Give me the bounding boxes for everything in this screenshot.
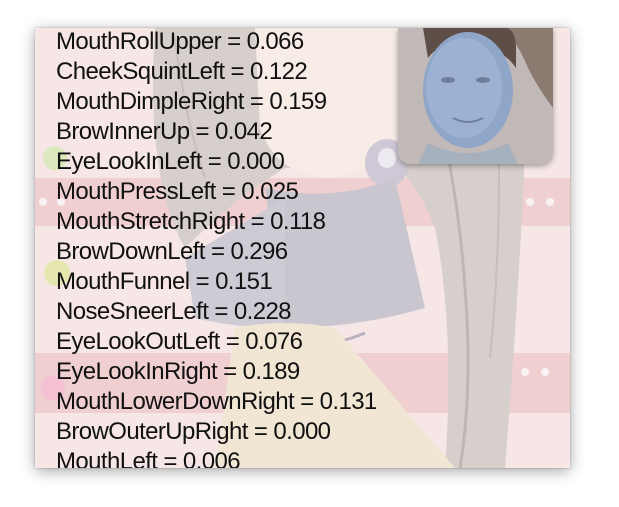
list-item: CheekSquintLeft = 0.122 [56, 57, 377, 87]
blendshape-value: 0.189 [242, 358, 301, 385]
equals-separator: = [189, 118, 216, 145]
list-item: EyeLookInLeft = 0.000 [56, 147, 377, 177]
equals-separator: = [201, 148, 228, 175]
equals-separator: = [215, 178, 242, 205]
blendshape-value: 0.042 [215, 118, 273, 145]
blendshape-name: EyeLookOutLeft [56, 328, 220, 355]
blendshape-name: NoseSneerLeft [56, 298, 209, 325]
blendshape-name: MouthDimpleRight [56, 88, 244, 115]
list-item: MouthDimpleRight = 0.159 [56, 87, 377, 117]
list-item: MouthLeft = 0.006 [56, 447, 377, 468]
list-item: BrowInnerUp = 0.042 [56, 117, 377, 147]
equals-separator: = [189, 268, 216, 295]
blendshape-value: 0.025 [241, 178, 299, 205]
blendshape-name: MouthStretchRight [56, 208, 245, 235]
equals-separator: = [208, 298, 234, 325]
blendshape-value: 0.131 [319, 388, 378, 415]
equals-separator: = [217, 358, 243, 385]
blendshape-value: 0.000 [273, 418, 331, 445]
list-item: BrowOuterUpRight = 0.000 [56, 417, 377, 447]
blendshape-name: EyeLookInLeft [56, 148, 202, 175]
blendshape-name: BrowDownLeft [56, 238, 205, 265]
equals-separator: = [224, 58, 251, 85]
equals-separator: = [294, 388, 320, 415]
blendshape-value: 0.076 [245, 328, 303, 355]
blendshape-name: MouthPressLeft [56, 178, 216, 205]
list-item: BrowDownLeft = 0.296 [56, 237, 377, 267]
list-item: NoseSneerLeft = 0.228 [56, 297, 377, 327]
blendshape-value: 0.006 [182, 448, 241, 468]
equals-separator: = [221, 28, 247, 55]
blendshape-value: 0.118 [270, 208, 326, 235]
blendshape-name: MouthLeft [56, 448, 158, 468]
equals-separator: = [157, 448, 183, 468]
blendshape-value: 0.000 [227, 148, 285, 175]
blendshape-list: MouthRollUpper = 0.066 CheekSquintLeft =… [56, 28, 377, 468]
list-item: MouthRollUpper = 0.066 [56, 28, 377, 57]
blendshape-value: 0.296 [230, 238, 288, 265]
blendshape-value: 0.122 [250, 58, 308, 85]
webcam-preview [398, 28, 553, 164]
blendshape-name: BrowOuterUpRight [56, 418, 248, 445]
list-item: EyeLookOutLeft = 0.076 [56, 327, 377, 357]
blendshape-name: MouthLowerDownRight [56, 388, 295, 415]
equals-separator: = [247, 418, 274, 445]
app-window: MouthRollUpper = 0.066 CheekSquintLeft =… [35, 28, 570, 468]
list-item: EyeLookInRight = 0.189 [56, 357, 377, 387]
equals-separator: = [219, 328, 246, 355]
equals-separator: = [243, 88, 270, 115]
blendshape-name: BrowInnerUp [56, 118, 190, 145]
blendshape-name: MouthRollUpper [56, 28, 222, 55]
blendshape-name: CheekSquintLeft [56, 58, 225, 85]
blendshape-name: EyeLookInRight [56, 358, 218, 385]
webcam-face-icon [398, 28, 553, 164]
list-item: MouthFunnel = 0.151 [56, 267, 377, 297]
list-item: MouthStretchRight = 0.118 [56, 207, 377, 237]
equals-separator: = [244, 208, 271, 235]
blendshape-value: 0.151 [215, 268, 273, 295]
equals-separator: = [204, 238, 231, 265]
list-item: MouthLowerDownRight = 0.131 [56, 387, 377, 417]
blendshape-value: 0.066 [246, 28, 305, 55]
blendshape-name: MouthFunnel [56, 268, 190, 295]
blendshape-value: 0.228 [233, 298, 292, 325]
list-item: MouthPressLeft = 0.025 [56, 177, 377, 207]
blendshape-value: 0.159 [269, 88, 327, 115]
